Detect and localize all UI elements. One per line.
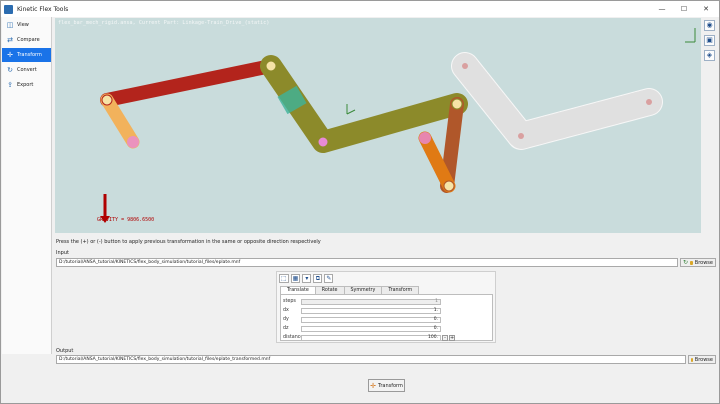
steps-label: steps: [283, 299, 296, 304]
joint: [451, 98, 463, 110]
decrement-button[interactable]: -: [442, 334, 448, 341]
maximize-button[interactable]: ☐: [673, 1, 695, 17]
sidebar-item-label: Compare: [17, 37, 40, 43]
gravity-label: GRAVITY = 9806.6500: [97, 217, 155, 223]
joint: [443, 180, 455, 192]
transform-icon: ✛: [7, 51, 13, 59]
input-path-field[interactable]: D:/tutorial/ANSA_tutorial/KINETICS/flex_…: [56, 258, 678, 267]
refresh-icon: ↻: [683, 259, 689, 266]
sidebar-item-label: Transform: [17, 52, 42, 58]
joint: [101, 94, 113, 106]
sidebar-item-view[interactable]: ◫ View: [2, 18, 51, 32]
dy-label: dy: [283, 317, 289, 322]
tab-symmetry[interactable]: Symmetry: [343, 286, 383, 294]
minimize-button[interactable]: —: [651, 1, 673, 17]
cube-view-icon[interactable]: ◈: [704, 50, 715, 61]
mechanism-model: [100, 28, 696, 223]
view-toolbar: ◉ ▣ ◈: [704, 20, 717, 65]
sidebar-item-export[interactable]: ⇪ Export: [2, 78, 51, 92]
tab-translate[interactable]: Translate: [280, 286, 316, 294]
sidebar-item-convert[interactable]: ↻ Convert: [2, 63, 51, 77]
transform-icon: ✛: [370, 381, 376, 390]
distance-label: distance: [283, 335, 304, 340]
joint: [518, 133, 524, 139]
window-title: Kinetic Flex Tools: [17, 5, 69, 13]
steps-field: 1: [301, 298, 441, 305]
tab-rotate[interactable]: Rotate: [314, 286, 345, 294]
convert-icon: ↻: [7, 66, 13, 74]
folder-icon: [690, 260, 693, 265]
dz-label: dz: [283, 326, 289, 331]
distance-field[interactable]: 100.: [301, 334, 441, 341]
eye-icon[interactable]: ◉: [704, 20, 715, 31]
title-bar: Kinetic Flex Tools — ☐ ✕: [1, 1, 719, 17]
sidebar-item-label: View: [17, 22, 29, 28]
export-icon: ⇪: [7, 81, 13, 89]
folder-icon: [691, 357, 693, 362]
app-logo-icon: [4, 4, 13, 14]
fit-view-icon[interactable]: ▣: [704, 35, 715, 46]
red-link: [100, 59, 278, 107]
output-label: Output: [56, 348, 74, 354]
panel-toolbar: ⬚ ▦ ▾ ⧉ ✎: [279, 274, 334, 283]
app-window: Kinetic Flex Tools — ☐ ✕ ◫ View ⇄ Compar…: [0, 0, 720, 404]
steps-row: steps 1: [283, 298, 441, 305]
compare-icon: ⇄: [7, 36, 13, 44]
output-browse-button[interactable]: Browse: [688, 355, 716, 364]
edit-icon[interactable]: ✎: [324, 274, 334, 283]
sidebar-item-transform[interactable]: ✛ Transform: [2, 48, 51, 62]
input-browse-button[interactable]: ↻ Browse: [680, 258, 716, 267]
output-path-field[interactable]: D:/tutorial/ANSA_tutorial/KINETICS/flex_…: [56, 355, 686, 364]
transform-tabs: Translate Rotate Symmetry Transform: [280, 286, 420, 294]
dy-field[interactable]: 0.: [301, 316, 441, 323]
copy-icon[interactable]: ⧉: [313, 274, 323, 283]
sidebar-item-label: Convert: [17, 67, 37, 73]
select-icon[interactable]: ⬚: [279, 274, 289, 283]
dx-label: dx: [283, 308, 289, 313]
transform-button[interactable]: ✛ Transform: [368, 379, 405, 392]
transform-panel: ⬚ ▦ ▾ ⧉ ✎ Translate Rotate Symmetry Tran…: [276, 271, 496, 343]
sidebar-item-compare[interactable]: ⇄ Compare: [2, 33, 51, 47]
window-controls: — ☐ ✕: [651, 1, 717, 17]
crank-link: [100, 93, 140, 149]
sidebar: ◫ View ⇄ Compare ✛ Transform ↻ Convert ⇪…: [2, 17, 52, 354]
increment-button[interactable]: +: [449, 334, 455, 341]
ground-joint: [127, 136, 139, 148]
sidebar-item-label: Export: [17, 82, 34, 88]
translate-form: steps 1 dx 1. dy 0. dz 0. distance 100. …: [280, 294, 493, 341]
ground-joint: [419, 132, 431, 144]
options-dropdown-icon[interactable]: ▾: [302, 274, 312, 283]
grid-icon[interactable]: ▦: [290, 274, 301, 283]
joint: [462, 63, 468, 69]
joint: [265, 60, 277, 72]
3d-viewport[interactable]: flex_bar_mech_rigid.ansa, Current Part: …: [55, 18, 701, 233]
dz-field[interactable]: 0.: [301, 325, 441, 332]
dx-field[interactable]: 1.: [301, 307, 441, 314]
close-button[interactable]: ✕: [695, 1, 717, 17]
dy-row: dy 0.: [283, 316, 441, 323]
camera-icon: ◫: [6, 21, 14, 29]
joint: [317, 136, 329, 148]
input-label: Input: [56, 250, 69, 256]
hint-text: Press the (+) or (-) button to apply pre…: [56, 239, 321, 245]
tab-transform[interactable]: Transform: [381, 286, 420, 294]
distance-row: distance 100. - +: [283, 334, 455, 341]
joint: [646, 99, 652, 105]
dx-row: dx 1.: [283, 307, 441, 314]
dz-row: dz 0.: [283, 325, 441, 332]
